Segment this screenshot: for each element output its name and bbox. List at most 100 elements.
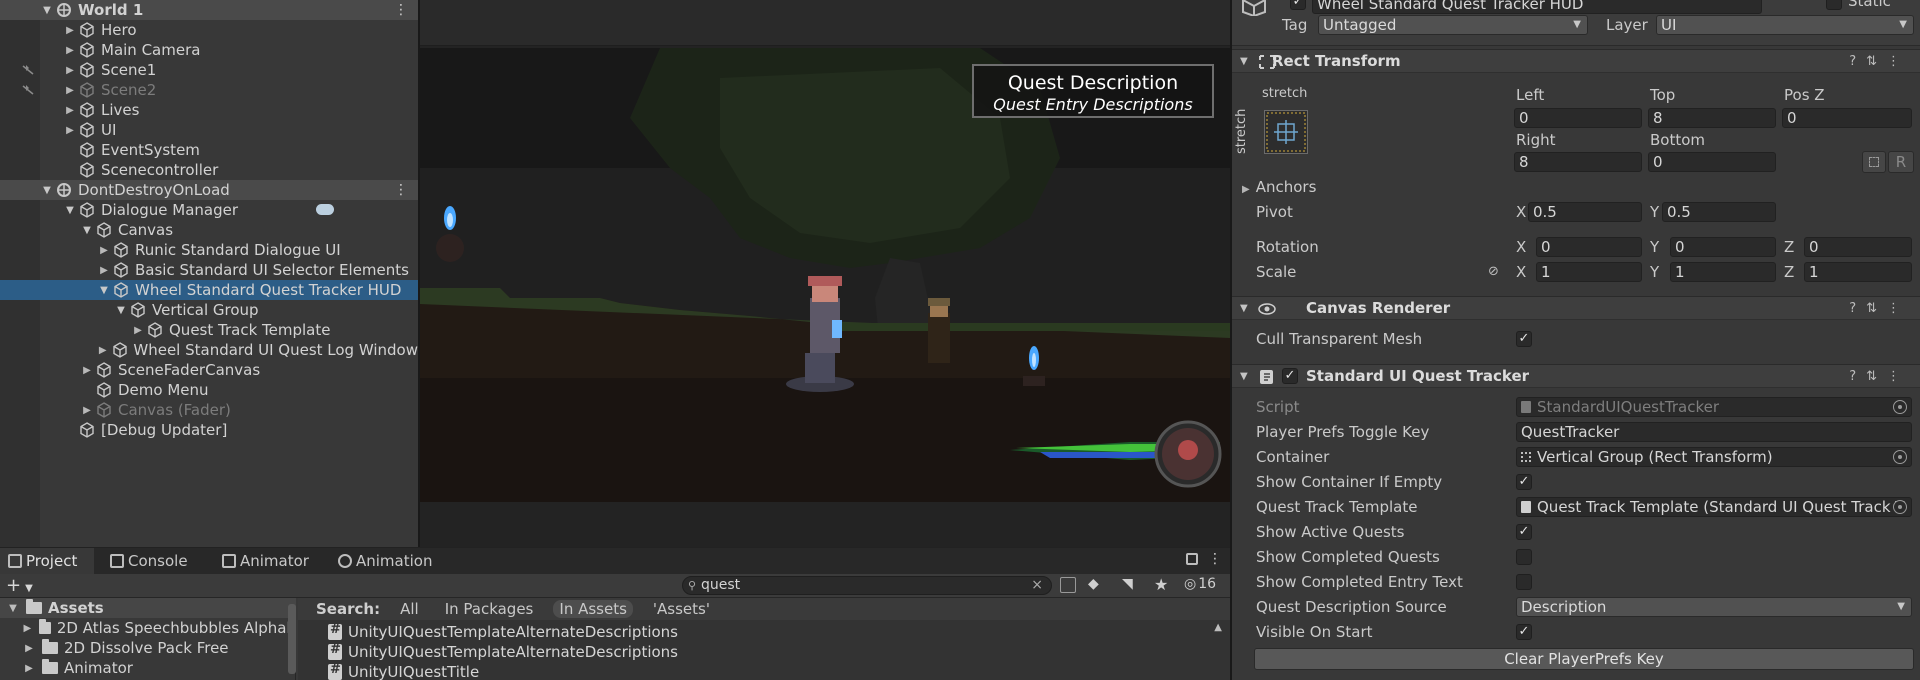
game-view[interactable]: Quest Description Quest Entry Descriptio…: [420, 48, 1230, 502]
search-input[interactable]: ⚲ quest ×: [682, 576, 1052, 595]
add-asset-button[interactable]: + ▼: [6, 575, 33, 596]
expand-right-icon[interactable]: ▶: [22, 643, 36, 654]
right-field[interactable]: 8: [1514, 152, 1642, 172]
rot-y-field[interactable]: 0: [1670, 237, 1776, 257]
rot-x-field[interactable]: 0: [1536, 237, 1642, 257]
hierarchy-scene-row[interactable]: ▼ World 1 ⋮: [0, 0, 418, 20]
clear-playerprefs-button[interactable]: Clear PlayerPrefs Key: [1254, 648, 1914, 670]
quest-tracker-header[interactable]: ▼ ✓ Standard UI Quest Tracker ?⇅⋮: [1232, 364, 1920, 388]
hierarchy-row[interactable]: EventSystem: [0, 140, 418, 160]
object-picker-icon[interactable]: [1893, 450, 1907, 464]
search-filter-2[interactable]: In Assets: [553, 600, 633, 618]
expand-right-icon[interactable]: ▶: [80, 405, 94, 416]
folder-tree-item[interactable]: ▶ 2D Atlas Speechbubbles Alphab: [0, 618, 296, 638]
hierarchy-row[interactable]: ▶ UI: [0, 120, 418, 140]
expand-right-icon[interactable]: ▶: [80, 365, 94, 376]
static-toggle[interactable]: [1826, 0, 1842, 10]
folder-tree-item[interactable]: ▶ 2D Dissolve Pack Free: [0, 638, 296, 658]
toggle-key-field[interactable]: QuestTracker: [1516, 422, 1912, 442]
search-filter-1[interactable]: In Packages: [439, 600, 540, 618]
component-tools-icons[interactable]: ?⇅⋮: [1849, 369, 1910, 384]
tab-animation[interactable]: Animation: [330, 548, 448, 574]
kebab-menu-icon[interactable]: ⋮: [1208, 551, 1222, 567]
show-active-checkbox[interactable]: ✓: [1516, 524, 1532, 540]
kebab-menu-icon[interactable]: ⋮: [394, 2, 408, 18]
expand-right-icon[interactable]: ▶: [22, 663, 36, 674]
top-field[interactable]: 8: [1648, 108, 1776, 128]
hierarchy-row[interactable]: ▶ Quest Track Template: [0, 320, 418, 340]
hierarchy-row[interactable]: [Debug Updater]: [0, 420, 418, 440]
expand-right-icon[interactable]: ▶: [63, 125, 77, 136]
expand-right-icon[interactable]: ▶: [63, 105, 77, 116]
folder-tree-item[interactable]: ▼ Assets: [0, 598, 296, 618]
blueprint-mode-button[interactable]: [1862, 151, 1886, 173]
posz-field[interactable]: 0: [1782, 108, 1912, 128]
favorite-star-icon[interactable]: ★: [1154, 575, 1168, 594]
collapse-arrow-icon[interactable]: ▼: [1240, 56, 1248, 67]
hierarchy-row[interactable]: ▼ Canvas: [0, 220, 418, 240]
hierarchy-row[interactable]: ▶ Basic Standard UI Selector Elements: [0, 260, 418, 280]
expand-down-icon[interactable]: ▼: [114, 305, 128, 316]
pivot-y-field[interactable]: 0.5: [1662, 202, 1776, 222]
cull-checkbox[interactable]: ✓: [1516, 331, 1532, 347]
filter-by-label-icon[interactable]: ◥: [1122, 576, 1133, 592]
clear-search-icon[interactable]: ×: [1031, 577, 1043, 594]
anchors-foldout[interactable]: ▶ Anchors: [1242, 178, 1316, 196]
hierarchy-row[interactable]: ▶ Scene1: [0, 60, 418, 80]
tab-project[interactable]: Project: [0, 548, 94, 574]
hierarchy-row[interactable]: ▶ Lives: [0, 100, 418, 120]
object-name-field[interactable]: Wheel Standard Quest Tracker HUD: [1312, 0, 1762, 14]
hierarchy-row[interactable]: ▼ Wheel Standard Quest Tracker HUD: [0, 280, 418, 300]
tab-console[interactable]: Console: [102, 548, 206, 574]
show-completed-entry-checkbox[interactable]: [1516, 574, 1532, 590]
tab-animator[interactable]: Animator: [214, 548, 322, 574]
component-tools-icons[interactable]: ?⇅⋮: [1849, 301, 1910, 316]
hierarchy-row[interactable]: Scenecontroller: [0, 160, 418, 180]
search-filter-0[interactable]: All: [394, 600, 425, 618]
desc-source-dropdown[interactable]: Description ▼: [1516, 597, 1912, 617]
object-picker-icon[interactable]: [1893, 500, 1907, 514]
collapse-arrow-icon[interactable]: ▼: [1240, 303, 1248, 314]
hierarchy-row[interactable]: ▶ Canvas (Fader): [0, 400, 418, 420]
expand-down-icon[interactable]: ▼: [80, 225, 94, 236]
hierarchy-row[interactable]: ▼ Dialogue Manager: [0, 200, 418, 220]
hierarchy-row[interactable]: Demo Menu: [0, 380, 418, 400]
anchor-preset-button[interactable]: [1264, 110, 1308, 154]
component-enabled-checkbox[interactable]: ✓: [1282, 368, 1298, 384]
hidden-packages-toggle[interactable]: ◎ 16: [1184, 576, 1216, 592]
layer-dropdown[interactable]: UI ▼: [1656, 15, 1914, 35]
expand-right-icon[interactable]: ▶: [97, 245, 111, 256]
tree-scrollbar[interactable]: [288, 604, 296, 674]
raw-edit-button[interactable]: R: [1888, 151, 1914, 173]
hierarchy-row[interactable]: ▶ Main Camera: [0, 40, 418, 60]
rot-z-field[interactable]: 0: [1804, 237, 1912, 257]
active-toggle[interactable]: ✓: [1290, 0, 1306, 10]
expand-right-icon[interactable]: ▶: [63, 65, 77, 76]
hierarchy-row[interactable]: ▼ Vertical Group: [0, 300, 418, 320]
hierarchy-row[interactable]: ▶ Hero: [0, 20, 418, 40]
expand-right-icon[interactable]: ▶: [97, 265, 111, 276]
left-field[interactable]: 0: [1514, 108, 1642, 128]
canvas-renderer-header[interactable]: ▼ Canvas Renderer ?⇅⋮: [1232, 296, 1920, 320]
lock-icon[interactable]: [1186, 553, 1198, 565]
rect-transform-header[interactable]: ▼ Rect Transform ?⇅⋮: [1232, 49, 1920, 73]
hierarchy-scene-row[interactable]: ▼ DontDestroyOnLoad ⋮: [0, 180, 418, 200]
expand-down-icon[interactable]: ▼: [40, 5, 54, 16]
container-field[interactable]: Vertical Group (Rect Transform): [1516, 447, 1912, 467]
expand-right-icon[interactable]: ▶: [96, 345, 110, 356]
result-item[interactable]: UnityUIQuestTemplateAlternateDescription…: [328, 642, 678, 662]
expand-right-icon[interactable]: ▶: [131, 325, 145, 336]
visible-on-start-checkbox[interactable]: ✓: [1516, 624, 1532, 640]
expand-down-icon[interactable]: ▼: [40, 185, 54, 196]
search-filter-3[interactable]: 'Assets': [647, 600, 716, 618]
component-tools-icons[interactable]: ?⇅⋮: [1849, 54, 1910, 69]
collapse-arrow-icon[interactable]: ▼: [1240, 371, 1248, 382]
results-scroll-up-icon[interactable]: ▲: [1214, 622, 1222, 633]
expand-right-icon[interactable]: ▶: [63, 85, 77, 96]
filter-by-type-icon[interactable]: ◆: [1088, 576, 1099, 592]
expand-right-icon[interactable]: ▶: [63, 25, 77, 36]
tag-dropdown[interactable]: Untagged ▼: [1318, 15, 1588, 35]
expand-down-icon[interactable]: ▼: [97, 285, 111, 296]
show-if-empty-checkbox[interactable]: ✓: [1516, 474, 1532, 490]
scale-y-field[interactable]: 1: [1670, 262, 1776, 282]
